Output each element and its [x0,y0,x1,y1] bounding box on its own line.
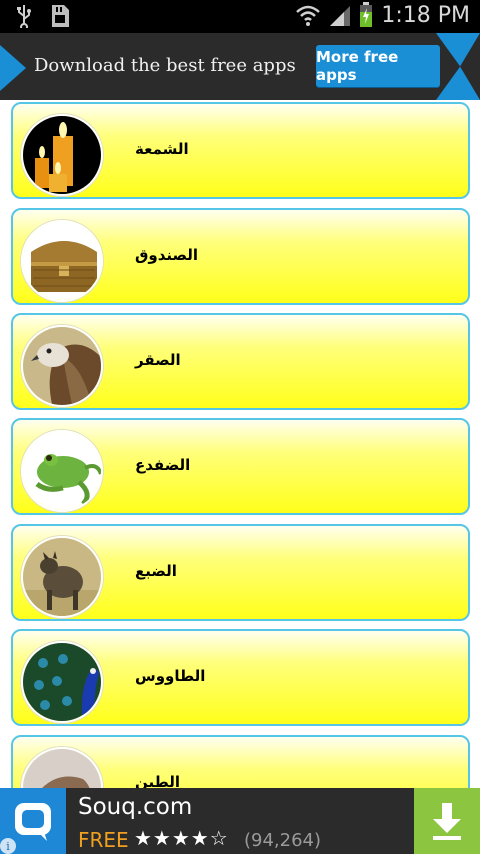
wifi-icon [295,3,321,27]
list-item[interactable]: الطين [11,735,470,788]
list-item[interactable]: الصقر [11,313,470,410]
list-item[interactable]: الصندوق [11,208,470,305]
peacock-icon [21,641,103,723]
treasure-chest-icon [21,220,103,302]
status-bar: 1:18 PM [0,0,480,33]
battery-icon [359,2,373,28]
ad-review-count: (94,264) [244,830,322,851]
falcon-icon [21,325,103,407]
bottom-ad-banner[interactable]: Souq.com FREE ★★★★☆ (94,264) i [0,788,480,854]
download-button[interactable] [414,788,480,854]
ad-info-icon[interactable]: i [0,838,16,854]
list-item-label: الضبع [135,562,177,580]
banner-text: Download the best free apps [34,55,296,76]
list-item[interactable]: الشمعة [11,102,470,199]
more-free-apps-button[interactable]: More free apps [316,45,440,87]
ad-rating-stars: ★★★★☆ [134,826,229,850]
hyena-icon [21,536,103,618]
download-icon [433,803,461,840]
sd-card-icon [50,4,70,28]
clay-icon [21,747,103,788]
list-item-label: الطين [135,773,181,788]
ad-app-name: Souq.com [78,794,193,820]
clock: 1:18 PM [381,2,470,28]
list-item[interactable]: الطاووس [11,629,470,726]
list-item-label: الشمعة [135,140,189,158]
list-item-label: الصندوق [135,246,199,264]
candle-icon [21,114,103,196]
ad-price: FREE [78,828,129,852]
list-item-label: الطاووس [135,667,206,685]
signal-icon [329,3,351,27]
list-item-label: الضفدع [135,456,191,474]
banner-arrow-left [0,45,26,91]
usb-icon [16,4,32,28]
frog-icon [21,430,103,512]
list-item-label: الصقر [135,351,181,369]
list-item[interactable]: الضفدع [11,418,470,515]
items-list[interactable]: الشمعة الصندوق الصقر الضفدع الضبع الطاوو… [0,100,480,788]
list-item[interactable]: الضبع [11,524,470,621]
top-ad-banner[interactable]: Download the best free apps More free ap… [0,33,480,100]
